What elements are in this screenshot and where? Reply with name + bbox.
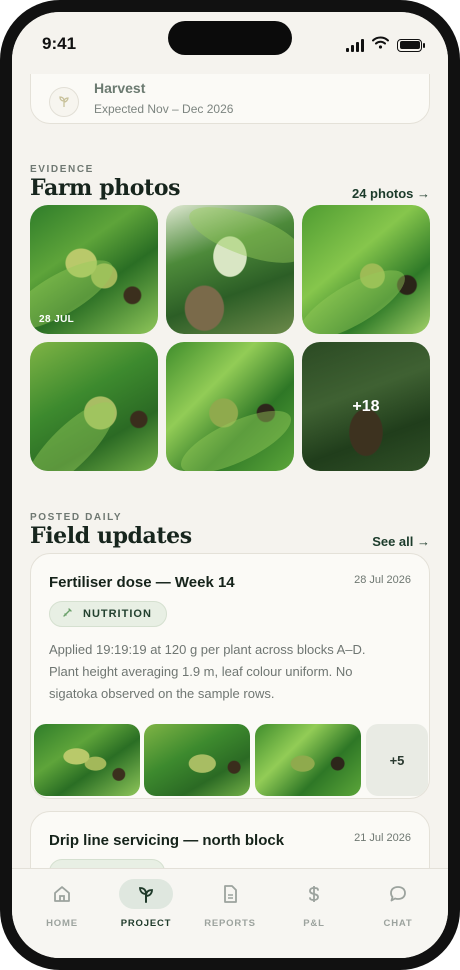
harvest-icon (49, 87, 79, 117)
farm-photo[interactable] (30, 342, 158, 471)
tab-chat[interactable]: CHAT (363, 879, 433, 929)
category-tag-label: NUTRITION (83, 608, 152, 620)
document-icon (203, 879, 257, 909)
category-tag: NUTRITION (49, 601, 167, 627)
update-photo-thumb[interactable] (144, 724, 250, 796)
more-photos-count: +18 (352, 397, 380, 415)
update-body: Applied 19:19:19 at 120 g per plant acro… (49, 642, 366, 701)
update-date: 21 Jul 2026 (354, 832, 411, 844)
farm-photos-title: Farm photos (30, 175, 181, 201)
dynamic-island (168, 21, 292, 55)
status-bar: 9:41 (12, 12, 448, 74)
harvest-subtitle: Expected Nov – Dec 2026 (94, 102, 234, 116)
bottom-tab-bar: HOME PROJECT REPORTS P&L CHAT (12, 868, 448, 958)
status-time: 9:41 (42, 34, 77, 53)
screen: Harvest Expected Nov – Dec 2026 EVIDENCE… (12, 12, 448, 958)
update-title: Fertiliser dose — Week 14 (49, 574, 235, 591)
cellular-signal-icon (346, 38, 364, 52)
updates-eyebrow: POSTED DAILY (30, 512, 123, 523)
update-photo-thumb[interactable] (34, 724, 140, 796)
update-photo-thumb[interactable] (255, 724, 361, 796)
wifi-icon (372, 36, 389, 54)
phone-frame: Harvest Expected Nov – Dec 2026 EVIDENCE… (0, 0, 460, 970)
farm-photo[interactable] (302, 205, 430, 334)
tab-reports[interactable]: REPORTS (195, 879, 265, 929)
harvest-title: Harvest (94, 80, 146, 96)
syringe-icon (62, 607, 73, 621)
farm-photo[interactable]: 28 JUL (30, 205, 158, 334)
tab-pnl-label: P&L (303, 918, 325, 929)
home-icon (35, 879, 89, 909)
see-all-link[interactable]: See all → (372, 534, 430, 549)
tab-home-label: HOME (46, 918, 78, 929)
farm-photo[interactable] (166, 342, 294, 471)
all-photos-link[interactable]: 24 photos → (352, 186, 430, 201)
update-photo-strip: +5 (34, 724, 429, 796)
chat-bubble-icon (371, 879, 425, 909)
update-title: Drip line servicing — north block (49, 832, 285, 849)
tab-home[interactable]: HOME (27, 879, 97, 929)
tab-pnl[interactable]: P&L (279, 879, 349, 929)
dollar-icon (287, 879, 341, 909)
tab-reports-label: REPORTS (204, 918, 256, 929)
more-update-photos[interactable]: +5 (366, 724, 428, 796)
scroll-content[interactable]: Harvest Expected Nov – Dec 2026 EVIDENCE… (12, 12, 448, 958)
tab-project[interactable]: PROJECT (111, 879, 181, 929)
farm-photo[interactable] (166, 205, 294, 334)
tab-chat-label: CHAT (383, 918, 413, 929)
photo-date-label: 28 JUL (39, 314, 75, 325)
battery-icon (397, 38, 425, 52)
evidence-eyebrow: EVIDENCE (30, 164, 94, 175)
update-date: 28 Jul 2026 (354, 574, 411, 586)
update-card[interactable]: Fertiliser dose — Week 14 28 Jul 2026 NU… (30, 553, 430, 799)
sprout-icon (119, 879, 173, 909)
tab-project-label: PROJECT (120, 918, 172, 929)
more-photos-tile[interactable]: +18 (302, 342, 430, 471)
field-updates-title: Field updates (30, 523, 192, 549)
